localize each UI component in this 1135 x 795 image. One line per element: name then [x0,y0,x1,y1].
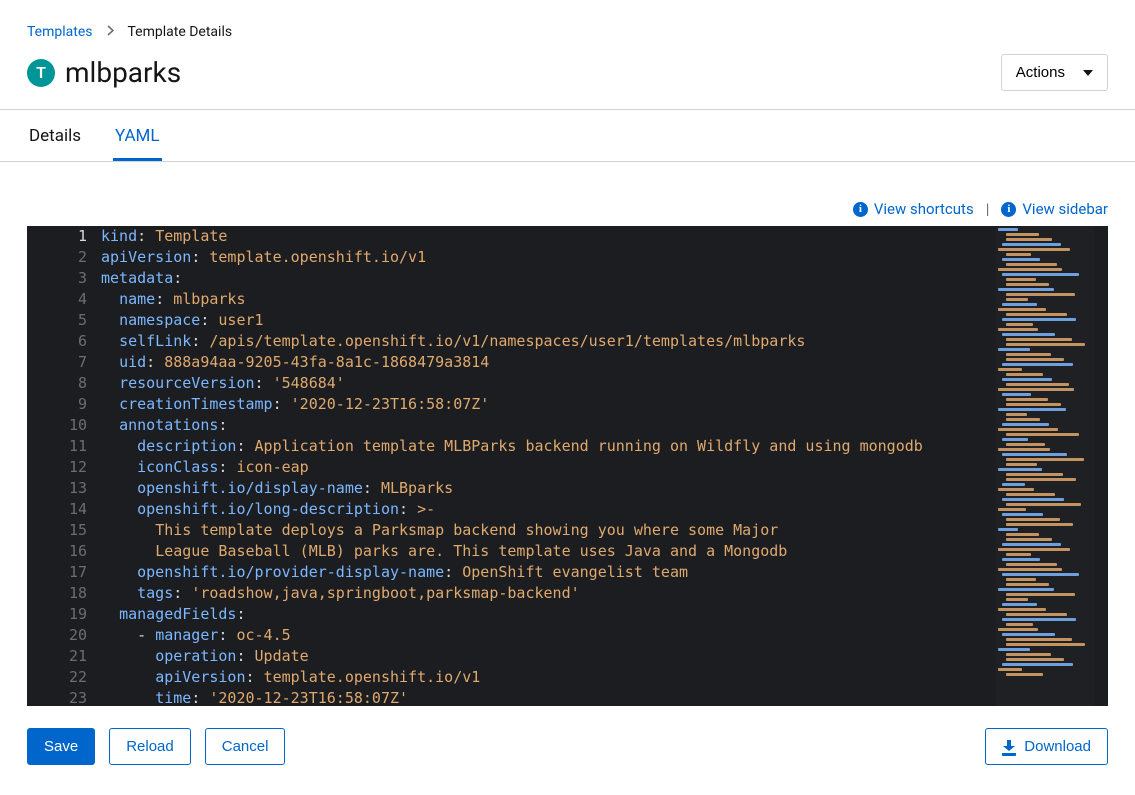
breadcrumb-current: Template Details [128,24,233,40]
minimap[interactable] [996,226,1094,706]
actions-dropdown[interactable]: Actions [1001,54,1108,91]
line-number-gutter: 1234567891011121314151617181920212223 [27,226,101,706]
info-icon [1001,202,1016,217]
chevron-right-icon [107,25,114,39]
info-icon [853,202,868,217]
resource-badge: T [27,59,55,87]
download-button[interactable]: Download [985,728,1108,765]
save-button[interactable]: Save [27,728,95,765]
code-area[interactable]: kind: TemplateapiVersion: template.opens… [101,226,1108,706]
view-shortcuts-link[interactable]: View shortcuts [853,200,974,218]
scrollbar[interactable] [1094,226,1108,706]
cancel-button[interactable]: Cancel [205,728,286,765]
caret-down-icon [1083,70,1093,76]
page-header: T mlbparks Actions [0,48,1135,109]
actions-label: Actions [1016,64,1065,81]
link-separator: | [986,200,990,218]
yaml-editor[interactable]: 1234567891011121314151617181920212223 ki… [27,226,1108,706]
editor-toolbar: View shortcuts | View sidebar [0,162,1135,226]
view-sidebar-link[interactable]: View sidebar [1001,200,1108,218]
breadcrumb: Templates Template Details [0,0,1135,48]
download-icon [1002,740,1016,754]
tab-yaml[interactable]: YAML [113,110,162,161]
breadcrumb-root-link[interactable]: Templates [27,24,93,40]
tab-details[interactable]: Details [27,110,83,161]
reload-button[interactable]: Reload [109,728,191,765]
footer: Save Reload Cancel Download [0,706,1135,787]
tabs: Details YAML [0,110,1135,162]
page-title: mlbparks [65,56,181,89]
